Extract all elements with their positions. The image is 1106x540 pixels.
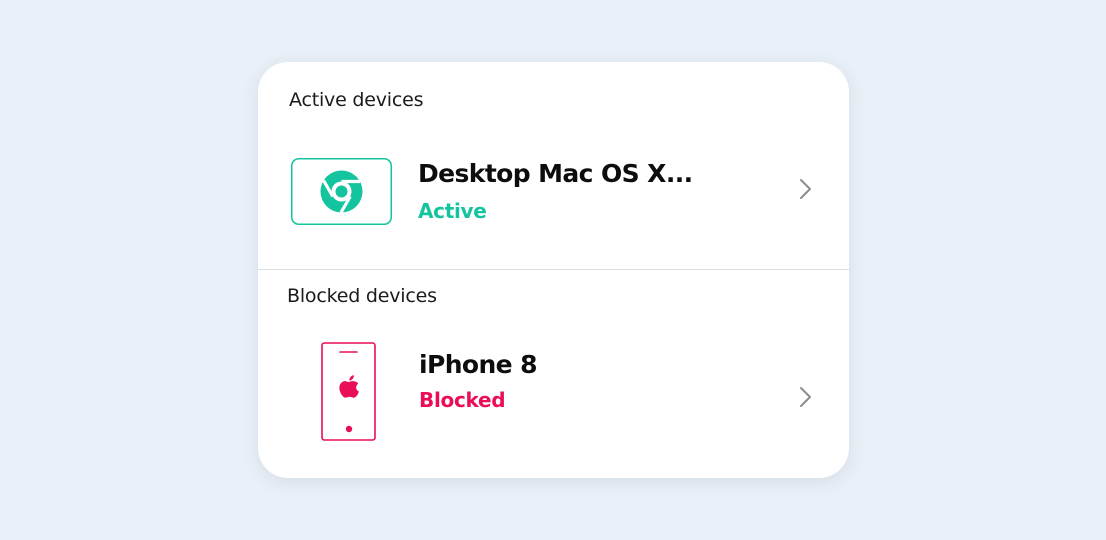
- status-badge-blocked: Blocked: [419, 388, 506, 412]
- device-name-iphone: iPhone 8: [419, 350, 538, 379]
- device-name-desktop: Desktop Mac OS X...: [418, 159, 693, 188]
- device-row-iphone[interactable]: iPhone 8 Blocked: [258, 337, 849, 447]
- chevron-right-icon[interactable]: [799, 385, 813, 409]
- active-devices-heading: Active devices: [289, 89, 424, 111]
- chrome-icon: [291, 158, 392, 229]
- iphone-icon: [321, 342, 377, 446]
- chevron-right-icon[interactable]: [799, 177, 813, 201]
- status-badge-active: Active: [418, 199, 487, 223]
- section-divider: [258, 269, 849, 270]
- device-row-desktop-mac[interactable]: Desktop Mac OS X... Active: [258, 144, 849, 244]
- blocked-devices-heading: Blocked devices: [287, 285, 437, 307]
- devices-card: Active devices Desktop Mac OS X... Activ…: [258, 62, 849, 478]
